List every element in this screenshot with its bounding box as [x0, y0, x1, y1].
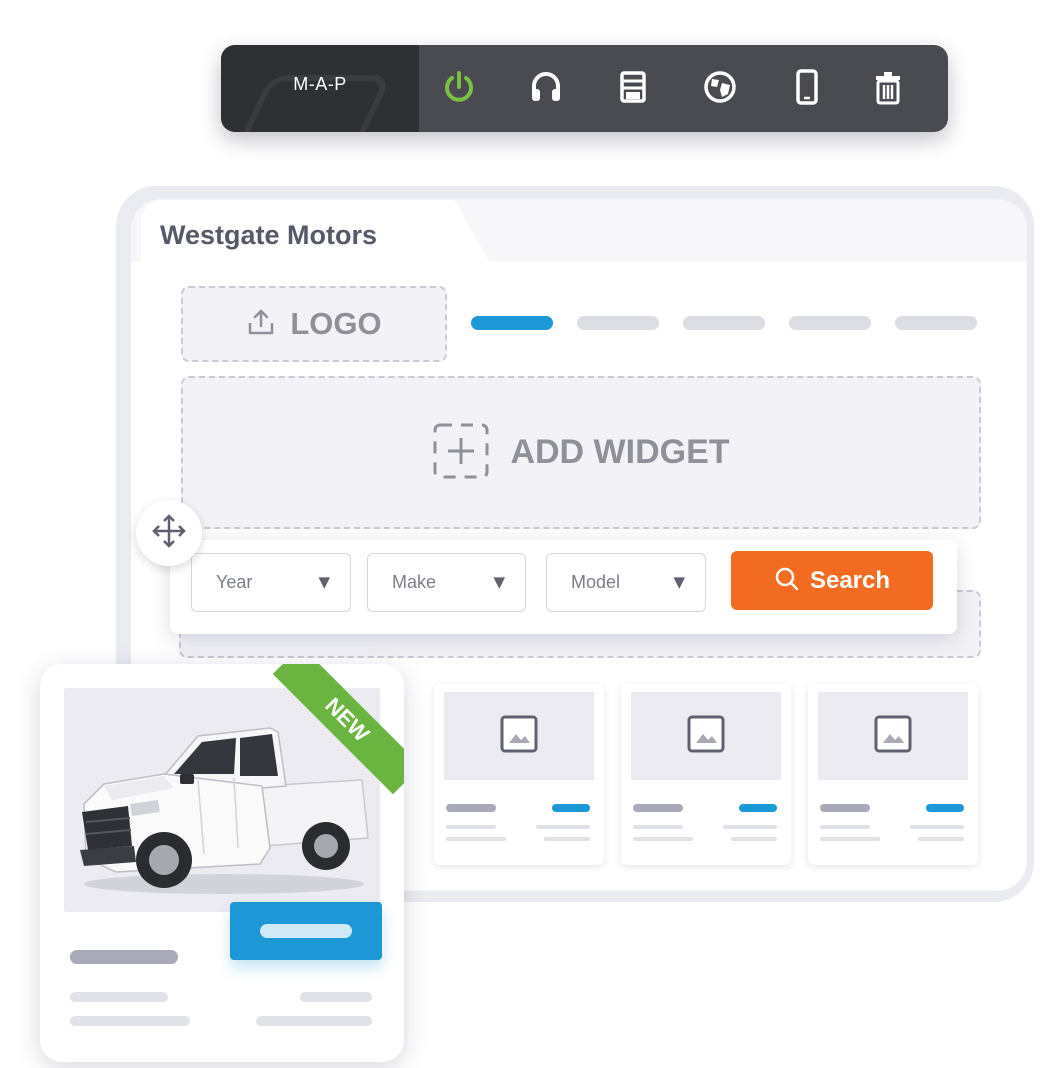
- save-icon[interactable]: [613, 67, 653, 107]
- move-icon: [150, 512, 188, 554]
- search-button[interactable]: Search: [731, 551, 933, 610]
- listing-thumbnail: [444, 692, 594, 780]
- nav-item[interactable]: [577, 316, 659, 330]
- nav-item[interactable]: [789, 316, 871, 330]
- search-button-label: Search: [809, 566, 891, 594]
- add-widget-icon: [432, 422, 490, 484]
- nav-item[interactable]: [683, 316, 765, 330]
- headset-icon[interactable]: [526, 67, 566, 107]
- image-placeholder-icon: [873, 714, 913, 758]
- year-select-label: Year: [216, 572, 253, 592]
- brand-logo: M-A-P: [221, 45, 419, 132]
- nav-item-active[interactable]: [471, 316, 553, 330]
- listing-thumbnail: [818, 692, 968, 780]
- listing-card[interactable]: [621, 684, 791, 865]
- button-text-placeholder: [260, 924, 352, 938]
- globe-icon[interactable]: [700, 67, 740, 107]
- year-select[interactable]: Year ▼: [191, 553, 351, 612]
- model-select[interactable]: Model ▼: [546, 553, 706, 612]
- listing-card[interactable]: [808, 684, 978, 865]
- chevron-down-icon: ▼: [493, 573, 505, 591]
- listing-thumbnail: [631, 692, 781, 780]
- logo-upload-placeholder[interactable]: LOGO: [181, 286, 447, 362]
- text-placeholder: [300, 992, 372, 1002]
- listing-card[interactable]: [434, 684, 604, 865]
- editor-toolbar: M-A-P: [221, 45, 948, 132]
- mobile-icon[interactable]: [787, 67, 827, 107]
- featured-vehicle-card[interactable]: NEW: [40, 664, 404, 1062]
- model-select-label: Model: [571, 572, 621, 592]
- trash-icon[interactable]: [868, 67, 908, 107]
- logo-label: LOGO: [290, 306, 382, 341]
- image-placeholder-icon: [499, 714, 539, 758]
- search-icon: [774, 566, 800, 596]
- upload-icon: [246, 307, 276, 341]
- text-placeholder: [70, 1016, 190, 1026]
- power-icon[interactable]: [439, 67, 479, 107]
- add-widget-placeholder[interactable]: ADD WIDGET: [181, 376, 981, 529]
- make-select-label: Make: [392, 572, 437, 592]
- add-widget-label: ADD WIDGET: [510, 433, 730, 471]
- text-placeholder: [256, 1016, 372, 1026]
- chevron-down-icon: ▼: [673, 573, 685, 591]
- chevron-down-icon: ▼: [318, 573, 330, 591]
- move-handle[interactable]: [136, 500, 202, 566]
- title-placeholder: [70, 950, 178, 964]
- brand-text: M-A-P: [293, 74, 347, 94]
- view-details-button[interactable]: [230, 902, 382, 960]
- nav-item[interactable]: [895, 316, 977, 330]
- site-title: Westgate Motors: [160, 220, 378, 250]
- image-placeholder-icon: [686, 714, 726, 758]
- make-select[interactable]: Make ▼: [367, 553, 526, 612]
- text-placeholder: [70, 992, 168, 1002]
